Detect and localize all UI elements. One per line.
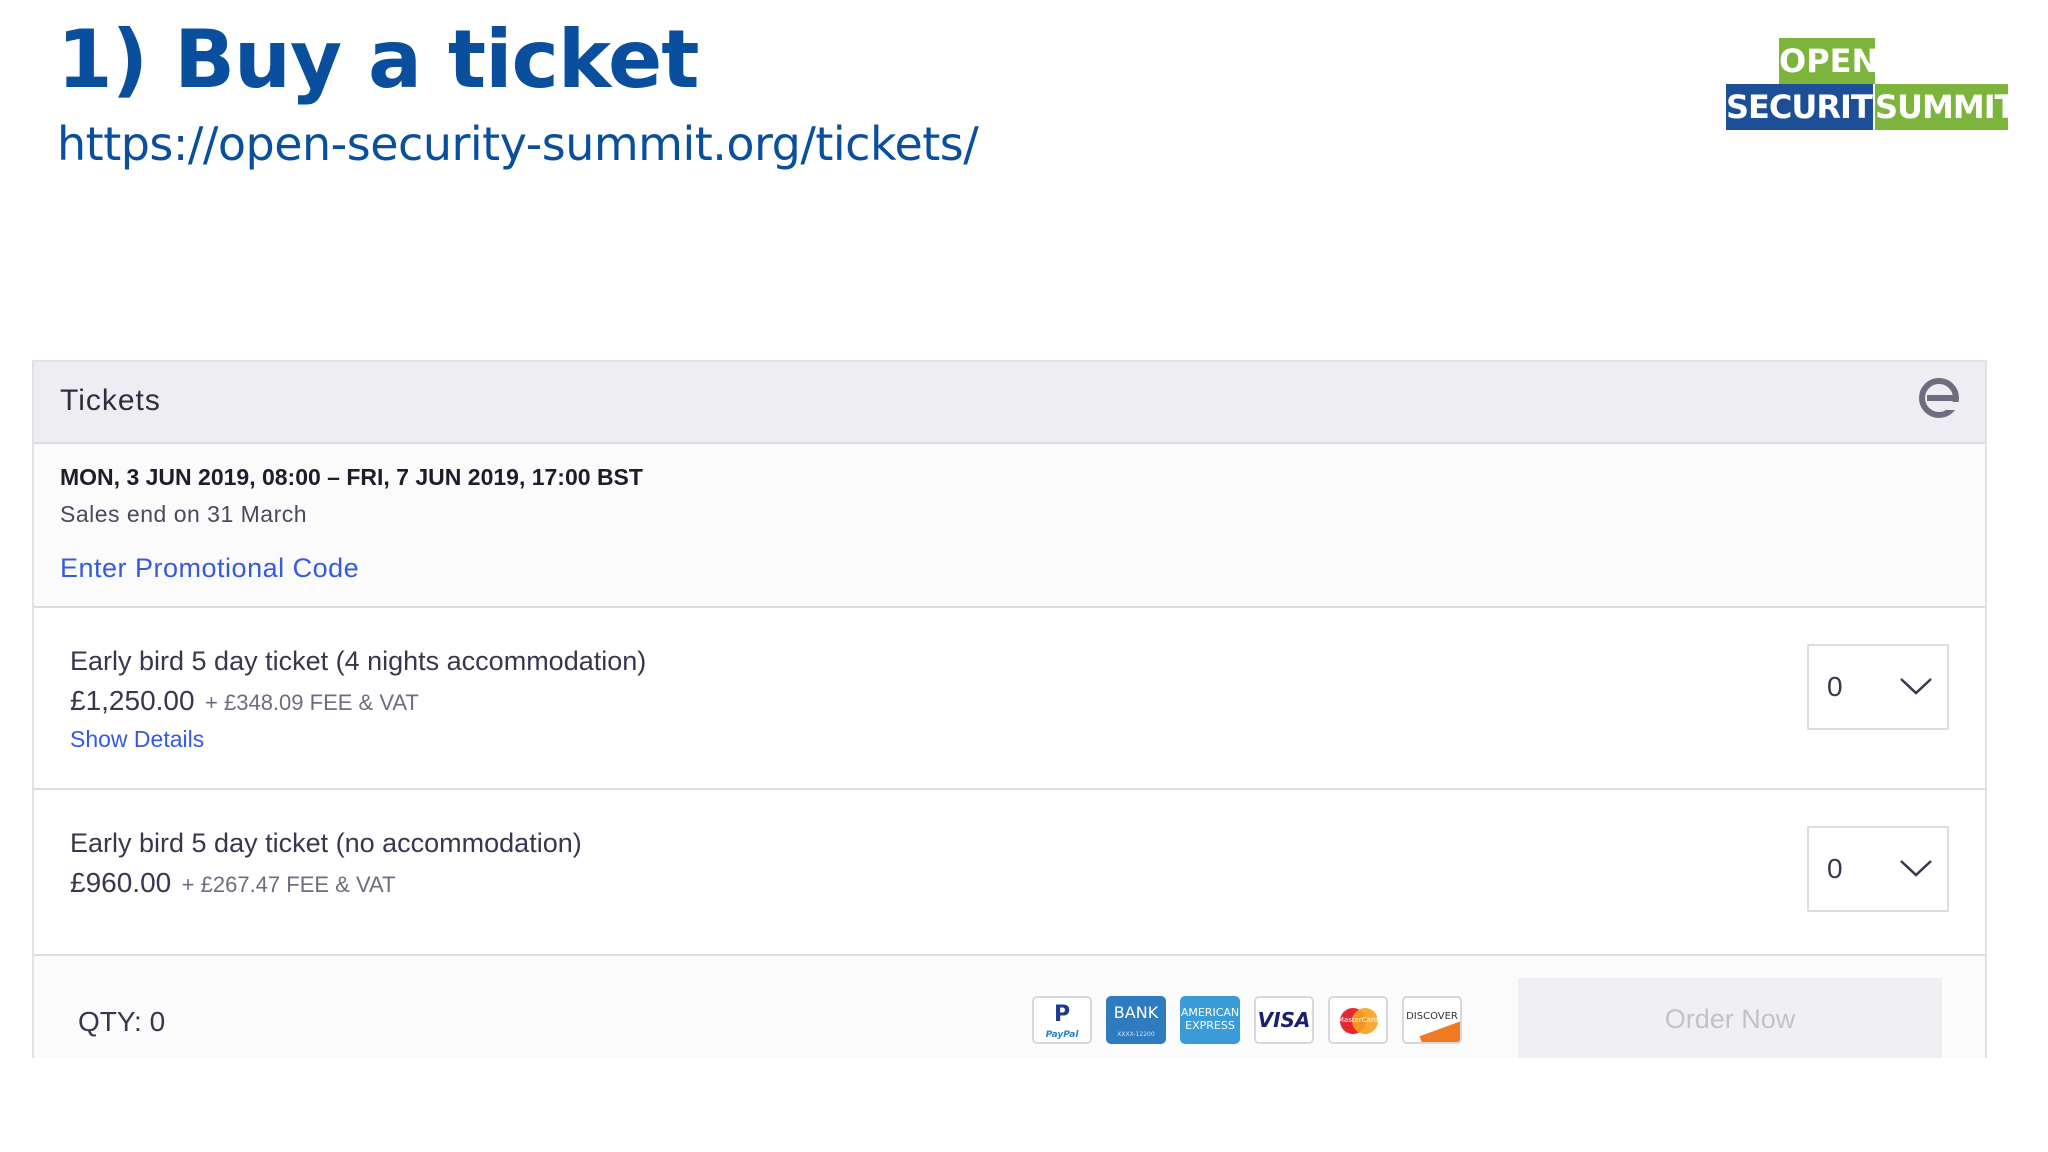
- ticket-price: £960.00: [70, 867, 172, 898]
- ticket-name: Early bird 5 day ticket (no accommodatio…: [70, 828, 582, 858]
- slide-title: 1) Buy a ticket: [57, 13, 699, 106]
- logo-security-text: SECURITY: [1726, 84, 1895, 130]
- open-security-summit-logo: OPEN SECURITY SUMMIT: [1726, 38, 2016, 130]
- visa-icon: VISA: [1254, 996, 1314, 1044]
- sales-end-text: Sales end on 31 March: [60, 501, 308, 527]
- ticket-fee: + £348.09 FEE & VAT: [205, 690, 419, 715]
- order-now-button[interactable]: Order Now: [1518, 978, 1942, 1058]
- quantity-value: 0: [1827, 853, 1843, 884]
- chevron-down-icon: [1900, 678, 1932, 695]
- promo-code-link[interactable]: Enter Promotional Code: [60, 553, 359, 584]
- ticket-fee: + £267.47 FEE & VAT: [181, 872, 396, 897]
- eventbrite-e-icon: [1919, 378, 1959, 418]
- quantity-select[interactable]: 0: [1807, 826, 1949, 912]
- amex-icon: AMERICAN EXPRESS: [1180, 996, 1240, 1044]
- event-info: MON, 3 JUN 2019, 08:00 – FRI, 7 JUN 2019…: [34, 444, 1985, 608]
- ticket-row: Early bird 5 day ticket (4 nights accomm…: [34, 608, 1985, 790]
- mastercard-icon: MasterCard: [1328, 996, 1388, 1044]
- logo-open-text: OPEN: [1779, 38, 1878, 84]
- ticket-widget: Tickets MON, 3 JUN 2019, 08:00 – FRI, 7 …: [32, 360, 1987, 1066]
- ticket-row: Early bird 5 day ticket (no accommodatio…: [34, 790, 1985, 956]
- ticket-name: Early bird 5 day ticket (4 nights accomm…: [70, 646, 647, 676]
- widget-title: Tickets: [60, 384, 161, 417]
- order-footer: QTY: 0 P PayPal BANK XXXX-12200 AMERICAN…: [34, 956, 1985, 1066]
- ticket-price: £1,250.00: [70, 685, 195, 716]
- tickets-url[interactable]: https://open-security-summit.org/tickets…: [57, 121, 979, 167]
- slide-bottom-area: [0, 1058, 2048, 1152]
- quantity-select[interactable]: 0: [1807, 644, 1949, 730]
- logo-summit-text: SUMMIT: [1875, 84, 2016, 130]
- widget-header: Tickets: [34, 362, 1985, 444]
- chevron-down-icon: [1900, 860, 1932, 877]
- event-dates: MON, 3 JUN 2019, 08:00 – FRI, 7 JUN 2019…: [60, 464, 643, 490]
- discover-icon: DISCOVER: [1402, 996, 1462, 1044]
- quantity-total: QTY: 0: [78, 1006, 166, 1037]
- paypal-icon: P PayPal: [1032, 996, 1092, 1044]
- bank-card-icon: BANK XXXX-12200: [1106, 996, 1166, 1044]
- ticket-price-row: £960.00 + £267.47 FEE & VAT: [70, 867, 395, 899]
- ticket-price-row: £1,250.00 + £348.09 FEE & VAT: [70, 685, 419, 717]
- show-details-link[interactable]: Show Details: [70, 726, 204, 753]
- quantity-value: 0: [1827, 671, 1843, 702]
